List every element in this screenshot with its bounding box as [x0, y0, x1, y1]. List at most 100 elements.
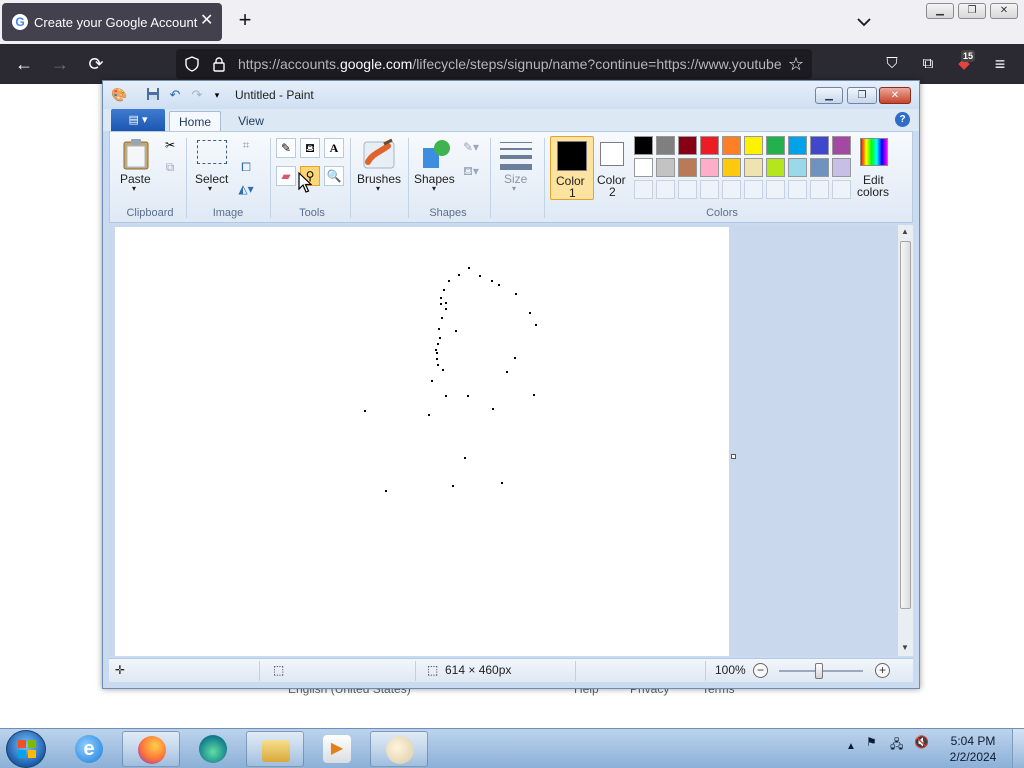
browser-close-button[interactable]: ✕	[990, 3, 1018, 19]
palette-swatch[interactable]	[700, 158, 719, 177]
palette-swatch[interactable]	[634, 158, 653, 177]
text-tool-icon[interactable]: A	[324, 138, 344, 158]
rotate-icon[interactable]: ◭▾	[236, 180, 256, 200]
color2-button[interactable]: Color 2	[594, 136, 632, 200]
show-hidden-icons-icon[interactable]: ▲	[846, 741, 856, 752]
taskbar-internet-explorer[interactable]: e	[60, 731, 118, 767]
tab-home[interactable]: Home	[169, 111, 221, 131]
fill-icon[interactable]: ⛾▾	[458, 162, 484, 182]
zoom-in-icon[interactable]: +	[875, 663, 890, 678]
canvas-resize-handle[interactable]	[731, 454, 736, 459]
reload-icon[interactable]: ⟳	[86, 54, 106, 74]
shapes-button[interactable]: Shapes ▾	[412, 136, 460, 198]
crop-icon[interactable]: ⌗	[236, 136, 256, 156]
resize-icon[interactable]: ⧠	[236, 158, 256, 178]
palette-swatch[interactable]	[788, 158, 807, 177]
back-arrow-icon[interactable]: ←	[14, 54, 34, 74]
palette-swatch[interactable]	[656, 158, 675, 177]
browser-minimize-button[interactable]: ▁	[926, 3, 954, 19]
cut-icon[interactable]: ✂	[160, 136, 180, 156]
palette-swatch[interactable]	[634, 136, 653, 155]
palette-swatch[interactable]	[832, 158, 851, 177]
copy-icon[interactable]: ⧉	[160, 158, 180, 178]
fill-bucket-tool-icon[interactable]: ⛾	[300, 138, 320, 158]
magnifier-tool-icon[interactable]: 🔍	[324, 166, 344, 186]
list-all-tabs-icon[interactable]	[854, 12, 874, 32]
palette-swatch[interactable]	[766, 158, 785, 177]
scrollbar-thumb[interactable]	[900, 241, 911, 609]
drawing-canvas[interactable]	[115, 227, 729, 656]
taskbar-firefox[interactable]	[122, 731, 180, 767]
zoom-out-icon[interactable]: −	[753, 663, 768, 678]
palette-swatch[interactable]	[832, 136, 851, 155]
show-desktop-button[interactable]	[1012, 729, 1024, 768]
browser-restore-button[interactable]: ❐	[958, 3, 986, 19]
palette-custom-slot[interactable]	[634, 180, 653, 199]
palette-swatch[interactable]	[744, 136, 763, 155]
palette-swatch[interactable]	[678, 136, 697, 155]
padlock-icon[interactable]	[212, 56, 226, 72]
palette-custom-slot[interactable]	[766, 180, 785, 199]
taskbar-file-explorer[interactable]	[246, 731, 304, 767]
start-button[interactable]	[6, 730, 46, 768]
pencil-tool-icon[interactable]: ✎	[276, 138, 296, 158]
size-button[interactable]: Size ▾	[496, 136, 536, 198]
edit-colors-button[interactable]: Edit colors	[854, 136, 894, 200]
pocket-icon[interactable]: ⛉	[882, 54, 902, 74]
action-center-flag-icon[interactable]: ⚑	[866, 735, 877, 749]
scroll-up-arrow-icon[interactable]: ▲	[901, 227, 909, 236]
palette-swatch[interactable]	[700, 136, 719, 155]
palette-custom-slot[interactable]	[722, 180, 741, 199]
brushes-button[interactable]: Brushes ▾	[354, 136, 406, 198]
paint-minimize-button[interactable]: ▁	[815, 87, 843, 104]
palette-custom-slot[interactable]	[656, 180, 675, 199]
taskbar-edge[interactable]	[184, 731, 242, 767]
address-bar[interactable]: https://accounts.google.com/lifecycle/st…	[176, 49, 812, 79]
system-clock[interactable]: 5:04 PM 2/2/2024	[936, 733, 1010, 765]
paint-file-menu-button[interactable]: ▤ ▾	[111, 109, 165, 131]
paste-button[interactable]: Paste ▾	[116, 136, 156, 198]
tab-close-icon[interactable]: ✕	[200, 12, 213, 30]
palette-custom-slot[interactable]	[744, 180, 763, 199]
eraser-tool-icon[interactable]: ▰	[276, 166, 296, 186]
tracking-protection-icon[interactable]	[184, 56, 200, 72]
palette-custom-slot[interactable]	[788, 180, 807, 199]
paint-close-button[interactable]: ✕	[879, 87, 911, 104]
undo-icon[interactable]: ↶	[167, 87, 183, 103]
palette-swatch[interactable]	[656, 136, 675, 155]
network-icon[interactable]: 🖧	[890, 735, 903, 756]
color1-button[interactable]: Color 1	[550, 136, 594, 200]
palette-custom-slot[interactable]	[678, 180, 697, 199]
help-icon[interactable]: ?	[895, 112, 910, 127]
outline-icon[interactable]: ✎▾	[458, 138, 484, 158]
palette-custom-slot[interactable]	[810, 180, 829, 199]
palette-swatch[interactable]	[810, 158, 829, 177]
redo-icon[interactable]: ↷	[189, 87, 205, 103]
palette-swatch[interactable]	[766, 136, 785, 155]
palette-swatch[interactable]	[678, 158, 697, 177]
customize-qat-icon[interactable]: ▾	[209, 87, 225, 103]
palette-swatch[interactable]	[788, 136, 807, 155]
palette-swatch[interactable]	[722, 158, 741, 177]
paint-restore-button[interactable]: ❐	[847, 87, 877, 104]
palette-custom-slot[interactable]	[700, 180, 719, 199]
new-tab-icon[interactable]: +	[234, 9, 256, 32]
taskbar-paint[interactable]	[370, 731, 428, 767]
paint-title-bar[interactable]: 🎨 ↶ ↷ ▾ Untitled - Paint ▁ ❐ ✕	[103, 81, 919, 109]
forward-arrow-icon[interactable]: →	[50, 54, 70, 74]
canvas-workspace[interactable]	[109, 225, 897, 656]
palette-swatch[interactable]	[722, 136, 741, 155]
palette-swatch[interactable]	[744, 158, 763, 177]
bookmark-star-icon[interactable]: ☆	[786, 54, 806, 74]
save-icon[interactable]	[145, 87, 161, 103]
vertical-scrollbar[interactable]: ▲ ▼	[897, 225, 913, 656]
taskbar-media-player[interactable]: ▶	[308, 731, 366, 767]
tab-view[interactable]: View	[229, 111, 273, 131]
zoom-slider-thumb[interactable]	[815, 663, 823, 679]
menu-hamburger-icon[interactable]: ≡	[990, 54, 1010, 74]
palette-swatch[interactable]	[810, 136, 829, 155]
browser-tab-google-account[interactable]: G Create your Google Account ✕	[2, 3, 222, 41]
select-button[interactable]: Select ▾	[192, 136, 232, 198]
volume-muted-icon[interactable]: 🔇	[914, 735, 929, 749]
scroll-down-arrow-icon[interactable]: ▼	[901, 643, 909, 652]
